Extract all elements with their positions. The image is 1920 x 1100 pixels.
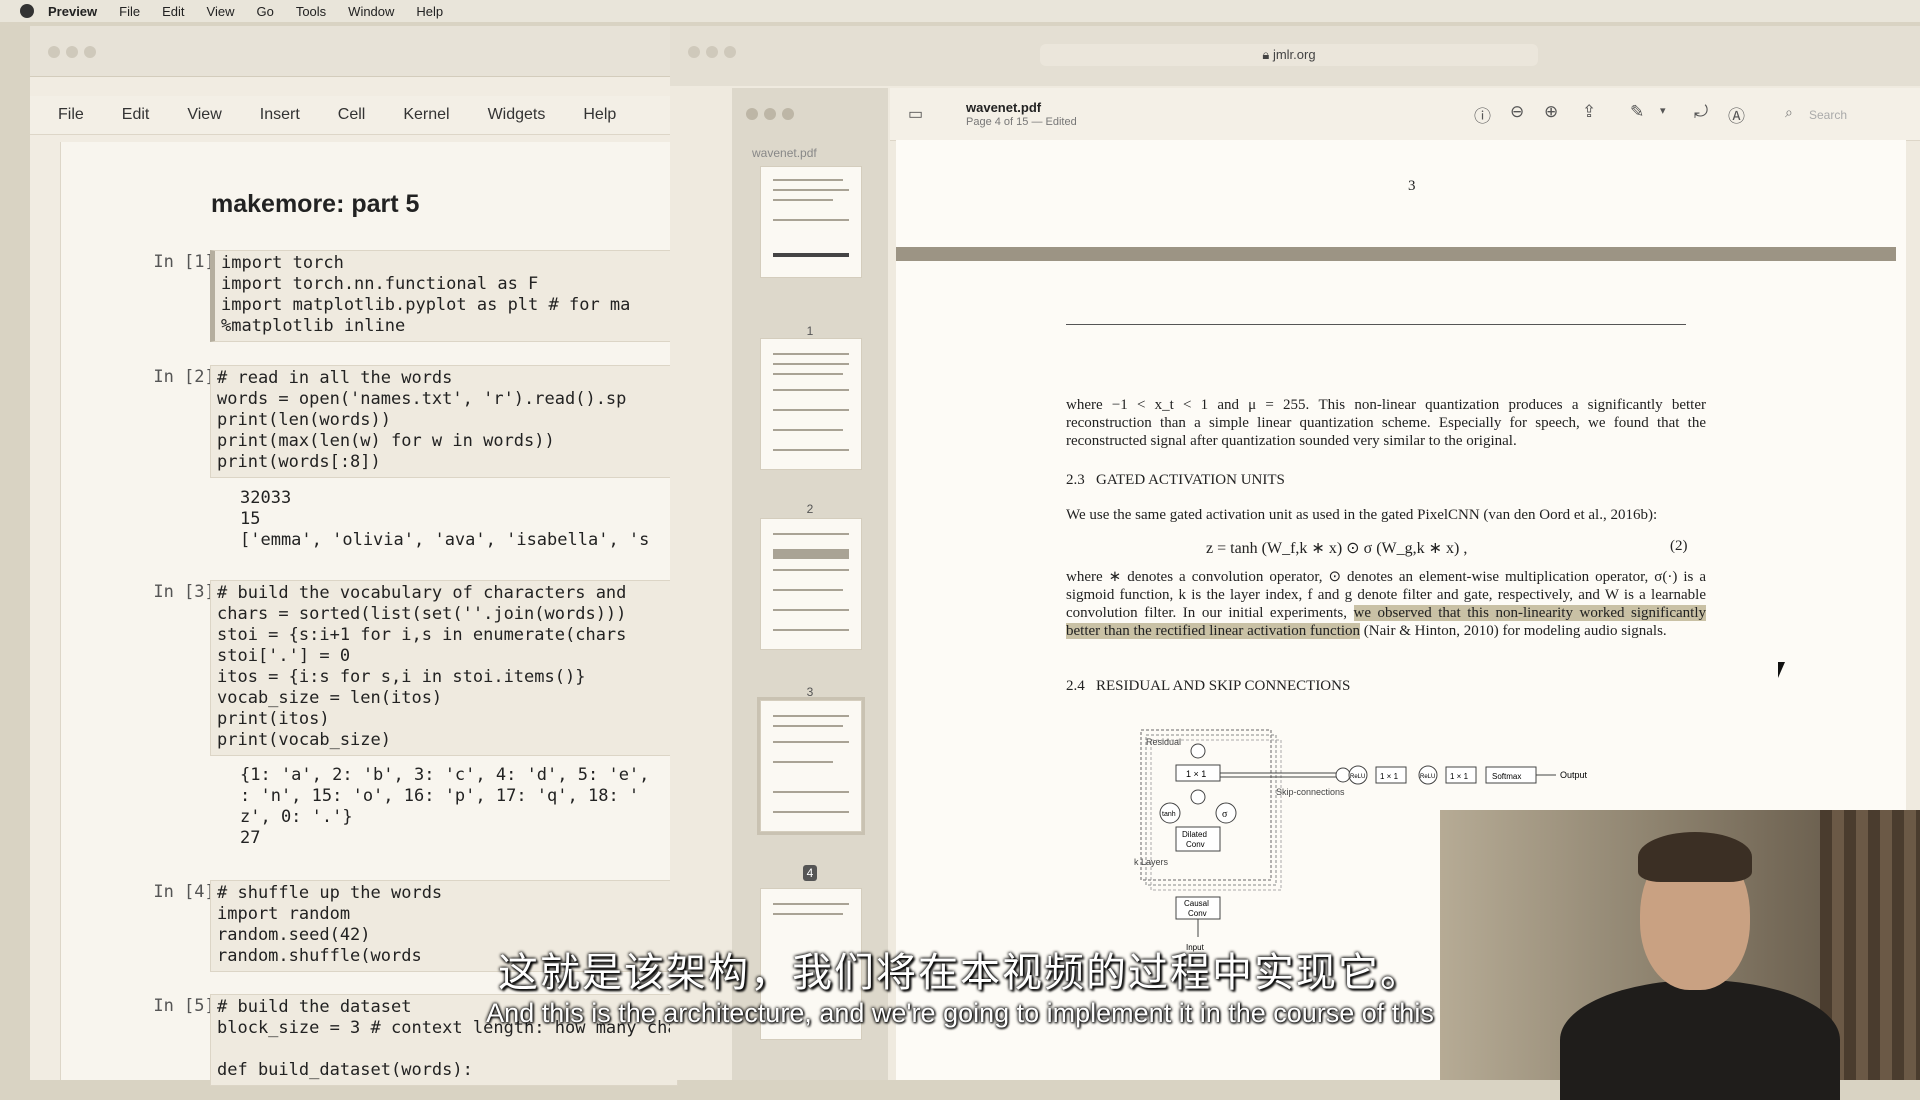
menu-tools[interactable]: Tools <box>296 4 326 19</box>
preview-toolbar: ▭ wavenet.pdf Page 4 of 15 — Edited ⓘ ⊖ … <box>890 88 1920 141</box>
code-cell[interactable]: import torch import torch.nn.functional … <box>210 250 682 342</box>
footnote-rule <box>1066 324 1686 325</box>
lock-icon: 🔒︎ <box>1262 47 1273 62</box>
skip-connections-label: Skip-connections <box>1276 787 1345 797</box>
macos-menubar: Preview File Edit View Go Tools Window H… <box>0 0 1920 22</box>
jupyter-menu-edit[interactable]: Edit <box>122 106 150 124</box>
mouse-cursor <box>1778 662 1785 678</box>
jupyter-menu-insert[interactable]: Insert <box>260 106 300 124</box>
causal-conv-label: Conv <box>1188 909 1207 918</box>
markup-pen-icon[interactable]: ✎ <box>1630 102 1644 122</box>
relu-label: ReLU <box>1350 774 1365 780</box>
search-field[interactable]: Search <box>1809 108 1847 122</box>
output-label: Output <box>1560 770 1588 780</box>
tanh-label: tanh <box>1162 811 1176 818</box>
softmax-label: Softmax <box>1492 772 1521 781</box>
zoom-window-button[interactable] <box>782 108 794 120</box>
dilated-label: Dilated <box>1182 830 1207 839</box>
zoom-window-button[interactable] <box>84 46 96 58</box>
page-thumbnail-1[interactable] <box>760 166 862 278</box>
close-window-button[interactable] <box>746 108 758 120</box>
equation-number: (2) <box>1670 538 1688 554</box>
residual-label: Residual <box>1146 737 1181 747</box>
minimize-window-button[interactable] <box>66 46 78 58</box>
thumbnail-label: 2 <box>806 502 814 516</box>
subtitle-chinese: 这就是该架构，我们将在本视频的过程中实现它。 <box>498 950 1422 996</box>
conv1x1-label: 1 × 1 <box>1186 769 1206 779</box>
notebook-title: makemore: part 5 <box>211 190 420 218</box>
paragraph-activation: where ∗ denotes a convolution operator, … <box>1066 568 1706 640</box>
conv1x1-label: 1 × 1 <box>1450 772 1469 781</box>
zoom-out-icon[interactable]: ⊖ <box>1510 102 1524 122</box>
browser-toolbar <box>30 26 680 77</box>
page-thumbnail-4[interactable] <box>757 697 865 835</box>
section-title: RESIDUAL AND SKIP CONNECTIONS <box>1096 678 1351 694</box>
section-number: 2.4 <box>1066 678 1085 694</box>
cell-output: {1: 'a', 2: 'b', 3: 'c', 4: 'd', 5: 'e',… <box>240 765 650 848</box>
search-icon: ⌕ <box>1785 104 1793 120</box>
close-window-button[interactable] <box>48 46 60 58</box>
zoom-in-icon[interactable]: ⊕ <box>1544 102 1558 122</box>
section-2-4-heading: 2.4 RESIDUAL AND SKIP CONNECTIONS <box>1066 678 1350 695</box>
minimize-window-button[interactable] <box>764 108 776 120</box>
rotate-icon[interactable]: ⤾ <box>1694 102 1708 122</box>
info-icon[interactable]: ⓘ <box>1474 102 1491 127</box>
page-divider <box>896 247 1896 261</box>
code-cell[interactable]: # build the vocabulary of characters and… <box>210 580 678 756</box>
menu-app-preview[interactable]: Preview <box>48 4 97 19</box>
page-number: 3 <box>1408 178 1416 194</box>
close-window-button[interactable] <box>688 46 700 58</box>
menu-help[interactable]: Help <box>416 4 443 19</box>
jupyter-menu: File Edit View Insert Cell Kernel Widget… <box>30 96 680 135</box>
subtitle-english: And this is the architecture, and we're … <box>486 998 1434 1028</box>
k-layers-label: k Layers <box>1134 857 1169 867</box>
minimize-window-button[interactable] <box>706 46 718 58</box>
jupyter-menu-file[interactable]: File <box>58 106 84 124</box>
sidebar-title: wavenet.pdf <box>752 146 817 160</box>
menu-window[interactable]: Window <box>348 4 394 19</box>
sidebar-toggle-icon[interactable]: ▭ <box>908 104 923 124</box>
share-icon[interactable]: ⇪ <box>1582 102 1596 122</box>
zoom-window-button[interactable] <box>724 46 736 58</box>
paragraph-gated: We use the same gated activation unit as… <box>1066 507 1658 523</box>
jupyter-menu-view[interactable]: View <box>187 106 221 124</box>
relu-label: ReLU <box>1420 774 1435 780</box>
section-2-3-heading: 2.3 GATED ACTIVATION UNITS <box>1066 472 1285 489</box>
thumbnail-label: 1 <box>806 324 814 338</box>
section-number: 2.3 <box>1066 472 1085 488</box>
jupyter-menu-widgets[interactable]: Widgets <box>488 106 546 124</box>
document-title[interactable]: wavenet.pdf <box>966 100 1041 115</box>
annotate-icon[interactable]: Ⓐ <box>1728 102 1745 127</box>
chevron-down-icon[interactable]: ▾ <box>1660 104 1666 117</box>
safari-toolbar: 🔒︎ jmlr.org <box>670 26 1920 86</box>
code-cell[interactable]: # read in all the words words = open('na… <box>210 365 678 478</box>
apple-icon[interactable] <box>20 4 34 18</box>
menu-file[interactable]: File <box>119 4 140 19</box>
thumbnail-sidebar: wavenet.pdf 1 2 3 4 <box>732 88 888 1080</box>
address-text: jmlr.org <box>1272 47 1316 62</box>
jupyter-menu-help[interactable]: Help <box>583 106 616 124</box>
selected-page-badge: 4 <box>802 865 818 881</box>
conv1x1-label: 1 × 1 <box>1380 772 1399 781</box>
causal-label: Causal <box>1184 899 1209 908</box>
menu-go[interactable]: Go <box>256 4 273 19</box>
menu-edit[interactable]: Edit <box>162 4 184 19</box>
paragraph-text: (Nair & Hinton, 2010) for modeling audio… <box>1360 623 1667 639</box>
thumbnail-label: 3 <box>806 685 814 699</box>
paragraph-quantization: where −1 < x_t < 1 and μ = 255. This non… <box>1066 397 1706 449</box>
menu-view[interactable]: View <box>207 4 235 19</box>
jupyter-menu-kernel[interactable]: Kernel <box>403 106 449 124</box>
document-subtitle: Page 4 of 15 — Edited <box>966 116 1077 128</box>
equation-2: z = tanh (W_f,k ∗ x) ⊙ σ (W_g,k ∗ x) , <box>1206 540 1468 557</box>
jupyter-menu-cell[interactable]: Cell <box>338 106 366 124</box>
section-title: GATED ACTIVATION UNITS <box>1096 472 1285 488</box>
sigma-label: σ <box>1222 809 1228 820</box>
page-thumbnail-2[interactable] <box>760 338 862 470</box>
page-thumbnail-3[interactable] <box>760 518 862 650</box>
thumbnail-label-selected: 4 <box>732 865 888 881</box>
address-bar[interactable]: 🔒︎ jmlr.org <box>1040 44 1538 66</box>
conv-label: Conv <box>1186 840 1205 849</box>
cell-output: 32033 15 ['emma', 'olivia', 'ava', 'isab… <box>240 488 650 550</box>
